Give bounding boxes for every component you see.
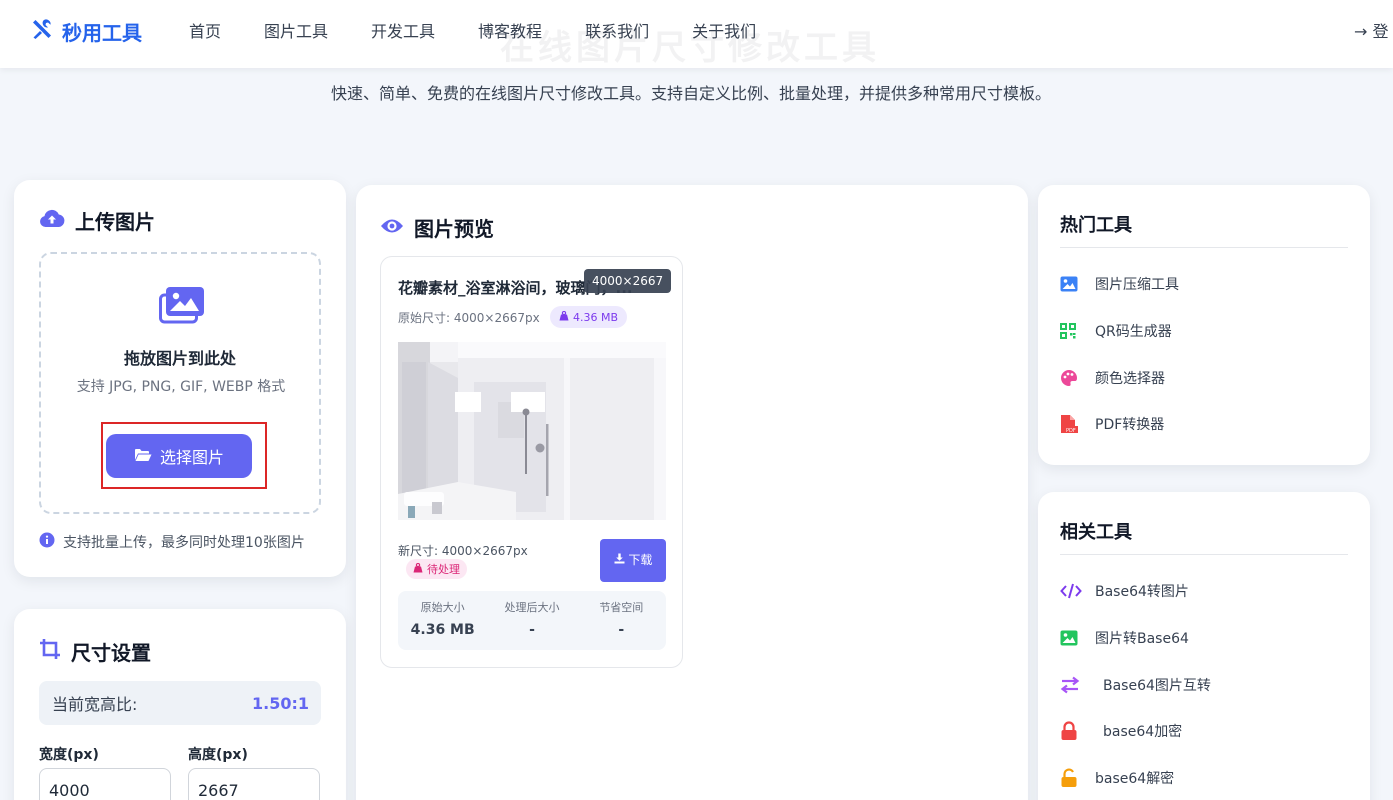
height-label: 高度(px) (188, 747, 248, 763)
nav-image-tools[interactable]: 图片工具 (264, 20, 328, 44)
status-badge: 待处理 (406, 559, 467, 579)
related-tool-base64-to-image[interactable]: Base64转图片 (1060, 581, 1189, 601)
hot-tool-pdf-converter[interactable]: PDF PDF转换器 (1060, 414, 1164, 434)
related-tools-card: 相关工具 Base64转图片 图片转Base64 Base64图片互转 base… (1038, 492, 1370, 800)
crop-icon (39, 638, 61, 665)
related-tool-base64-image-convert[interactable]: Base64图片互转 (1060, 675, 1211, 695)
hot-tools-card: 热门工具 图片压缩工具 QR码生成器 颜色选择器 PDF PDF转换器 (1038, 185, 1370, 465)
size-stats: 原始大小 4.36 MB 处理后大小 - 节省空间 - (398, 591, 666, 650)
pdf-icon: PDF (1060, 414, 1084, 434)
batch-upload-note: 支持批量上传，最多同时处理10张图片 (39, 532, 305, 552)
aspect-ratio-display: 当前宽高比: 1.50:1 (39, 681, 321, 725)
exchange-icon (1060, 675, 1084, 695)
page-title: 在线图片尺寸修改工具 (500, 28, 880, 68)
nav-home[interactable]: 首页 (189, 20, 221, 44)
image-preview-item: 花瓣素材_浴室淋浴间，玻璃门，... 4000×2667 原始尺寸: 4000×… (380, 256, 683, 668)
width-input[interactable] (39, 768, 171, 800)
svg-text:PDF: PDF (1066, 428, 1076, 434)
eye-icon (380, 216, 404, 240)
preview-card: 图片预览 花瓣素材_浴室淋浴间，玻璃门，... 4000×2667 原始尺寸: … (356, 185, 1028, 800)
code-icon (1060, 581, 1084, 601)
image-icon (1060, 628, 1084, 648)
nav-dev-tools[interactable]: 开发工具 (371, 20, 435, 44)
related-tool-base64-decrypt[interactable]: base64解密 (1060, 768, 1174, 788)
related-tool-base64-encrypt[interactable]: base64加密 (1060, 721, 1182, 741)
hot-tools-title: 热门工具 (1060, 215, 1132, 236)
upload-card: 上传图片 拖放图片到此处 支持 JPG, PNG, GIF, WEBP 格式 选… (14, 180, 346, 577)
download-icon (614, 553, 629, 567)
lock-icon (1060, 721, 1084, 741)
ratio-label: 当前宽高比: (52, 695, 138, 714)
stat-original-size: 原始大小 4.36 MB (410, 601, 475, 638)
divider (1060, 554, 1348, 555)
tools-icon (30, 17, 54, 46)
top-navbar: 秒用工具 首页 图片工具 开发工具 博客教程 联系我们 关于我们 在线图片尺寸修… (0, 0, 1393, 68)
related-tool-image-to-base64[interactable]: 图片转Base64 (1060, 628, 1189, 648)
brand-name: 秒用工具 (62, 21, 142, 45)
qrcode-icon (1060, 321, 1084, 341)
palette-icon (1060, 368, 1084, 388)
upload-card-title: 上传图片 (39, 206, 155, 235)
cloud-upload-icon (39, 208, 65, 233)
weight-icon (559, 310, 569, 324)
size-settings-card: 尺寸设置 当前宽高比: 1.50:1 宽度(px) 高度(px) (14, 609, 346, 800)
image-icon (1060, 274, 1084, 294)
drop-title: 拖放图片到此处 (123, 349, 236, 368)
info-icon (39, 532, 55, 552)
stat-processed-size: 处理后大小 - (504, 601, 560, 638)
dimension-tooltip: 4000×2667 (584, 269, 672, 293)
hourglass-icon (413, 562, 423, 576)
unlock-icon (1060, 768, 1084, 788)
download-button[interactable]: 下载 (600, 539, 666, 582)
size-settings-title: 尺寸设置 (39, 637, 151, 666)
original-size: 原始尺寸: 4000×2667px (398, 311, 540, 325)
page-subtitle: 快速、简单、免费的在线图片尺寸修改工具。支持自定义比例、批量处理，并提供多种常用… (330, 84, 1051, 103)
height-input[interactable] (188, 768, 320, 800)
hot-tool-image-compress[interactable]: 图片压缩工具 (1060, 274, 1179, 294)
hot-tool-qr-generator[interactable]: QR码生成器 (1060, 321, 1172, 341)
divider (1060, 247, 1348, 248)
width-label: 宽度(px) (39, 747, 99, 763)
new-size: 新尺寸: 4000×2667px (398, 544, 528, 558)
ratio-value: 1.50:1 (251, 693, 309, 713)
stat-space-saved: 节省空间 - (599, 601, 644, 638)
related-tools-title: 相关工具 (1060, 522, 1132, 543)
hot-tool-color-picker[interactable]: 颜色选择器 (1060, 368, 1165, 388)
brand-logo[interactable]: 秒用工具 (30, 17, 142, 46)
image-thumbnail (398, 342, 666, 520)
preview-title: 图片预览 (380, 213, 494, 242)
file-size-badge: 4.36 MB (550, 306, 628, 328)
select-button-highlight (101, 422, 267, 489)
drop-hint: 支持 JPG, PNG, GIF, WEBP 格式 (76, 379, 286, 395)
images-icon (159, 286, 205, 324)
login-link[interactable]: → 登 (1354, 20, 1389, 44)
